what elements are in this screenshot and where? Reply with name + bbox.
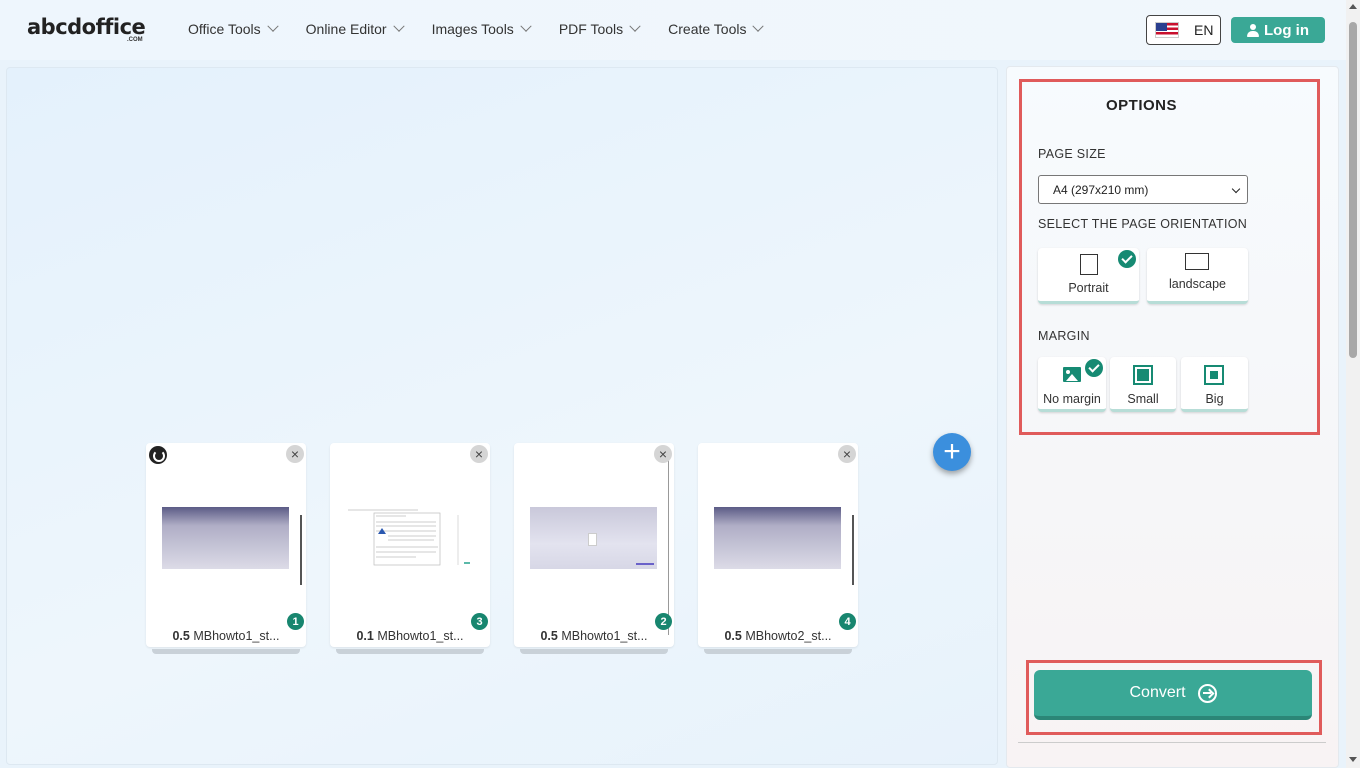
language-code: EN (1194, 22, 1214, 38)
file-card[interactable]: × 4 0.5 MBhowto2_st... (698, 443, 858, 654)
panel-divider (1018, 742, 1326, 743)
orientation-label: SELECT THE PAGE ORIENTATION (1038, 217, 1248, 231)
check-icon (1085, 359, 1103, 377)
scroll-down-icon[interactable] (1349, 757, 1357, 762)
file-caption: 0.1 MBhowto1_st... (330, 629, 490, 643)
image-icon (1063, 367, 1081, 382)
file-name: MBhowto2_st... (745, 629, 832, 643)
remove-file-button[interactable]: × (838, 445, 856, 463)
user-icon (1247, 23, 1259, 37)
convert-button[interactable]: Convert (1034, 670, 1312, 720)
margin-small-button[interactable]: Small (1110, 357, 1176, 412)
file-name: MBhowto1_st... (377, 629, 464, 643)
add-file-button[interactable]: + (933, 433, 971, 471)
chevron-down-icon (629, 20, 641, 32)
order-badge: 4 (839, 613, 856, 630)
margin-label: MARGIN (1038, 329, 1090, 343)
margin-big-button[interactable]: Big (1181, 357, 1248, 412)
scrollbar-thumb[interactable] (1349, 22, 1357, 358)
orientation-landscape-button[interactable]: landscape (1147, 248, 1248, 304)
chevron-down-icon (1231, 184, 1241, 194)
page-thumbnail (346, 507, 473, 569)
check-icon (1118, 250, 1136, 268)
chevron-down-icon (392, 20, 405, 32)
margin-label-small: Small (1127, 392, 1159, 406)
order-badge: 2 (655, 613, 672, 630)
file-caption: 0.5 MBhowto2_st... (698, 629, 858, 643)
file-name: MBhowto1_st... (193, 629, 280, 643)
small-margin-icon (1133, 365, 1153, 385)
chevron-down-icon (752, 20, 765, 32)
order-badge: 3 (471, 613, 488, 630)
page-thumbnail (530, 507, 657, 569)
nav-label: PDF Tools (558, 21, 624, 37)
file-size: 0.1 (356, 629, 374, 643)
page-scrollbar[interactable] (1346, 0, 1360, 768)
page-size-select[interactable]: A4 (297x210 mm) (1038, 175, 1248, 204)
logo-suffix: .COM (127, 37, 143, 43)
card-base (520, 649, 668, 654)
nav-create-tools[interactable]: Create Tools (668, 20, 765, 38)
main-nav: Office Tools Online Editor Images Tools … (188, 20, 791, 38)
orientation-portrait-button[interactable]: Portrait (1038, 248, 1139, 304)
page-edge (852, 515, 854, 585)
nav-images-tools[interactable]: Images Tools (431, 20, 532, 38)
margin-none-button[interactable]: No margin (1038, 357, 1106, 412)
file-size: 0.5 (724, 629, 742, 643)
page-edge (668, 455, 669, 635)
orientation-label-landscape: landscape (1169, 277, 1226, 291)
scroll-up-icon[interactable] (1349, 4, 1357, 9)
plus-icon: + (943, 435, 961, 468)
site-logo[interactable]: abcdoffice .COM (27, 14, 147, 44)
landscape-page-icon (1185, 253, 1209, 270)
document-thumbnail-graphic (348, 509, 470, 566)
file-workspace[interactable] (6, 67, 998, 765)
file-card[interactable]: × 1 0.5 MBhowto1_st... (146, 443, 306, 654)
file-caption: 0.5 MBhowto1_st... (146, 629, 306, 643)
remove-file-button[interactable]: × (470, 445, 488, 463)
chevron-down-icon (520, 20, 532, 32)
login-label: Log in (1264, 21, 1309, 39)
card-base (152, 649, 300, 654)
top-header: abcdoffice .COM Office Tools Online Edit… (0, 0, 1346, 60)
nav-label: Create Tools (668, 21, 747, 37)
file-caption: 0.5 MBhowto1_st... (514, 629, 674, 643)
arrow-right-circle-icon (1197, 683, 1217, 703)
convert-label: Convert (1129, 684, 1186, 701)
us-flag-icon (1155, 22, 1179, 38)
margin-label-big: Big (1205, 392, 1224, 406)
page-size-label: PAGE SIZE (1038, 147, 1106, 161)
orientation-label-portrait: Portrait (1068, 281, 1109, 295)
remove-file-button[interactable]: × (654, 445, 672, 463)
nav-office-tools[interactable]: Office Tools (188, 20, 279, 38)
big-margin-icon (1204, 365, 1224, 385)
options-title: OPTIONS (1106, 97, 1178, 114)
order-badge: 1 (287, 613, 304, 630)
portrait-page-icon (1080, 254, 1098, 275)
card-base (704, 649, 852, 654)
page-mini-bar (636, 563, 654, 565)
nav-label: Online Editor (305, 21, 387, 37)
file-card[interactable]: × 2 0.5 MBhowto1_st... (514, 443, 674, 654)
page-thumbnail (162, 507, 289, 569)
nav-pdf-tools[interactable]: PDF Tools (558, 20, 641, 38)
language-selector[interactable]: EN (1146, 15, 1221, 45)
remove-file-button[interactable]: × (286, 445, 304, 463)
nav-label: Images Tools (431, 21, 514, 37)
file-name: MBhowto1_st... (561, 629, 648, 643)
login-button[interactable]: Log in (1231, 17, 1325, 43)
page-edge (300, 515, 302, 585)
file-size: 0.5 (172, 629, 190, 643)
page-size-value: A4 (297x210 mm) (1053, 182, 1149, 197)
chevron-down-icon (266, 20, 279, 32)
nav-label: Office Tools (188, 21, 261, 37)
page-thumbnail (714, 507, 841, 569)
card-base (336, 649, 484, 654)
rotate-icon[interactable] (149, 446, 167, 464)
file-card[interactable]: × 3 0.1 MBhowto1_st... (330, 443, 490, 654)
file-size: 0.5 (540, 629, 558, 643)
margin-label-none: No margin (1043, 392, 1101, 406)
nav-online-editor[interactable]: Online Editor (305, 20, 405, 38)
page-mini-icon (588, 533, 597, 546)
